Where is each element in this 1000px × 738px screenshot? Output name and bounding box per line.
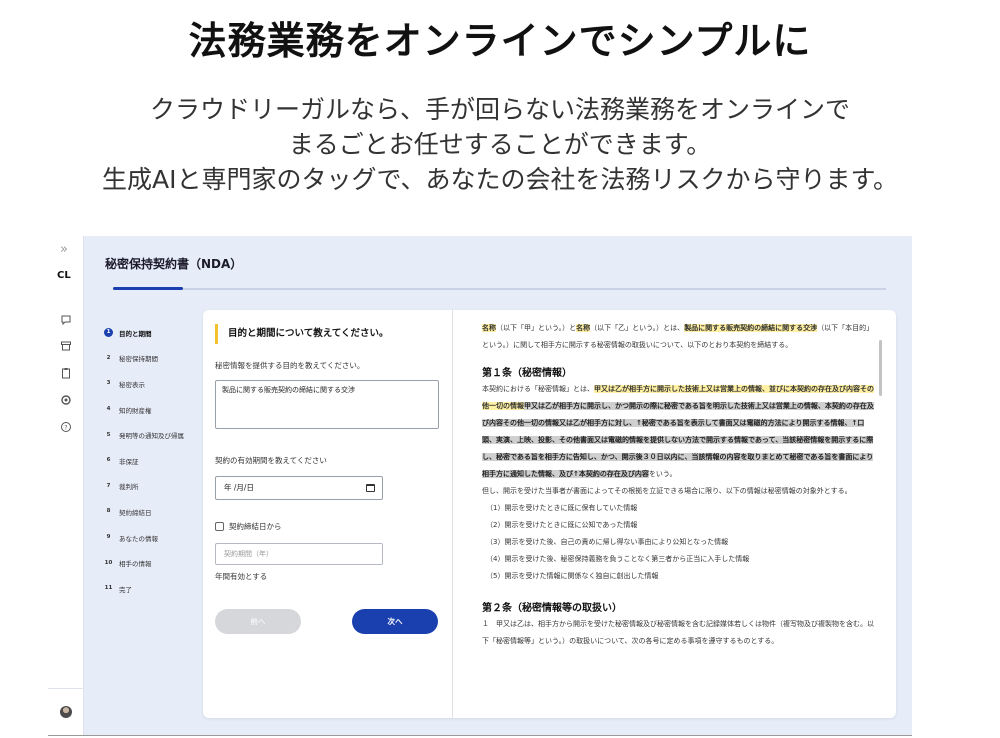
purpose-label: 秘密情報を提供する目的を教えてください。 xyxy=(215,361,365,370)
svg-text:?: ? xyxy=(64,424,67,431)
clipboard-icon[interactable] xyxy=(59,367,73,381)
app-window: » CL ? 秘密保持契約書（NDA） 1 目的と期間 2 秘密保持期間 3 秘密表示 4 知… xyxy=(48,236,912,736)
archive-icon[interactable] xyxy=(59,340,73,354)
party-b-name: 名称 xyxy=(576,324,591,332)
step-label: 非保証 xyxy=(119,457,139,466)
period-suffix: 年間有効とする xyxy=(215,572,268,581)
step-number: 8 xyxy=(106,508,111,515)
icon-rail: » CL ? xyxy=(48,236,84,735)
hero-line-1: クラウドリーガルなら、手が回らない法務業務をオンラインで xyxy=(149,95,850,124)
expand-chevron-icon[interactable]: » xyxy=(60,242,68,257)
purpose-textarea[interactable]: 製品に関する販売契約の締結に関する交渉 xyxy=(215,380,439,429)
preview-intro: 名称（以下「甲」という。）と名称（以下「乙」という。）とは、製品に関する販売契約… xyxy=(482,320,878,354)
step-item[interactable]: 1 目的と期間 xyxy=(104,320,204,346)
step-label: 目的と期間 xyxy=(119,329,152,338)
date-input[interactable]: 年 /月/日 xyxy=(215,476,383,500)
step-number: 6 xyxy=(106,457,111,464)
exception-item: （5）開示を受けた情報に関係なく独自に創出した情報 xyxy=(486,572,659,580)
step-item[interactable]: 11 完了 xyxy=(104,576,204,602)
step-label: 秘密保持期間 xyxy=(119,355,158,364)
exception-item: （4）開示を受けた後、秘密保持義務を負うことなく第三者から正当に入手した情報 xyxy=(486,555,750,563)
step-label: 裁判所 xyxy=(119,483,139,492)
definition-alternative: 甲又は乙が相手方に開示し、かつ開示の際に秘密である旨を明示した技術上又は営業上の… xyxy=(482,402,874,478)
step-label: 秘密表示 xyxy=(119,380,145,389)
step-label: 相手の情報 xyxy=(119,560,152,569)
prev-button[interactable]: 前へ xyxy=(215,609,301,634)
period-input[interactable]: 契約期間（年） xyxy=(215,543,383,565)
intro-text: （以下「甲」という。）と xyxy=(496,324,577,332)
step-number: 1 xyxy=(104,328,113,338)
hero-line-3: 生成AIと専門家のタッグで、あなたの会社を法務リスクから守ります。 xyxy=(102,165,898,194)
step-list: 1 目的と期間 2 秘密保持期間 3 秘密表示 4 知的財産権 5 発明等の通知及び帰属 6 非保証 7… xyxy=(104,320,204,602)
article-text: をいう。 xyxy=(648,470,677,478)
next-button[interactable]: 次へ xyxy=(352,609,438,634)
step-number: 10 xyxy=(104,559,113,566)
hero-line-2: まるごとお任せすることができます。 xyxy=(288,130,712,159)
step-label: 契約締結日 xyxy=(119,508,152,517)
step-label: 知的財産権 xyxy=(119,406,152,415)
help-icon[interactable]: ? xyxy=(59,421,73,435)
step-number: 9 xyxy=(106,534,111,541)
step-number: 3 xyxy=(106,380,111,387)
checkbox[interactable] xyxy=(215,522,224,531)
step-number: 11 xyxy=(104,585,113,592)
preview-scrollbar[interactable] xyxy=(879,340,882,396)
step-item[interactable]: 4 知的財産権 xyxy=(104,397,204,423)
content-card: 目的と期間について教えてください。 秘密情報を提供する目的を教えてください。 製… xyxy=(203,310,896,718)
step-item[interactable]: 3 秘密表示 xyxy=(104,371,204,397)
party-a-name: 名称 xyxy=(482,324,496,332)
step-label: あなたの情報 xyxy=(119,534,158,543)
checkbox-label: 契約締結日から xyxy=(229,522,282,531)
progress-bar xyxy=(113,287,886,290)
rail-divider xyxy=(48,688,84,689)
step-item[interactable]: 8 契約締結日 xyxy=(104,499,204,525)
contract-date-checkbox-row[interactable]: 契約締結日から xyxy=(215,521,282,532)
step-item[interactable]: 7 裁判所 xyxy=(104,474,204,500)
step-label: 完了 xyxy=(119,585,132,594)
article-1-body: 本契約における「秘密情報」とは、甲又は乙が相手方に開示した技術上又は営業上の情報… xyxy=(482,381,878,483)
calendar-icon[interactable] xyxy=(366,484,375,492)
exception-item: （2）開示を受けたときに既に公知であった情報 xyxy=(486,521,638,529)
term-label: 契約の有効期間を教えてください xyxy=(215,456,327,465)
step-item[interactable]: 9 あなたの情報 xyxy=(104,525,204,551)
exception-item: （1）開示を受けたときに既に保有していた情報 xyxy=(486,504,638,512)
intro-text: （以下「乙」という。）とは、 xyxy=(590,324,685,332)
hero-title: 法務業務をオンラインでシンプルに xyxy=(188,19,812,63)
purpose-highlight: 製品に関する販売契約の締結に関する交渉 xyxy=(684,324,818,332)
step-item[interactable]: 6 非保証 xyxy=(104,448,204,474)
step-number: 5 xyxy=(106,431,111,438)
date-value: 年 /月/日 xyxy=(224,483,254,492)
exception-item: （3）開示を受けた後、自己の責めに帰し得ない事由により公知となった情報 xyxy=(486,538,729,546)
question-heading: 目的と期間について教えてください。 xyxy=(215,324,388,344)
step-number: 7 xyxy=(106,482,111,489)
progress-bar-fill xyxy=(113,287,183,290)
step-number: 2 xyxy=(106,354,111,361)
article-2-title: 第２条（秘密情報等の取扱い） xyxy=(482,603,622,614)
article-1-exceptions: 但し、開示を受けた当事者が書面によってその根拠を立証できる場合に限り、以下の情報… xyxy=(482,487,852,495)
article-1-title: 第１条（秘密情報） xyxy=(482,368,572,379)
document-preview: 名称（以下「甲」という。）と名称（以下「乙」という。）とは、製品に関する販売契約… xyxy=(454,310,896,718)
step-item[interactable]: 10 相手の情報 xyxy=(104,550,204,576)
chat-icon[interactable] xyxy=(59,314,73,328)
page-title: 秘密保持契約書（NDA） xyxy=(105,257,243,271)
step-item[interactable]: 2 秘密保持期間 xyxy=(104,346,204,372)
article-text: 本契約における「秘密情報」とは、 xyxy=(482,385,594,393)
article-2-body: １ 甲又は乙は、相手方から開示を受けた秘密情報及び秘密情報を含む記録媒体若しくは… xyxy=(482,620,874,645)
step-item[interactable]: 5 発明等の通知及び帰属 xyxy=(104,422,204,448)
gear-icon[interactable] xyxy=(59,394,73,408)
avatar[interactable] xyxy=(60,706,72,718)
hero-description: クラウドリーガルなら、手が回らない法務業務をオンラインで まるごとお任せすること… xyxy=(0,92,1000,197)
app-logo[interactable]: CL xyxy=(57,270,71,281)
question-form: 目的と期間について教えてください。 秘密情報を提供する目的を教えてください。 製… xyxy=(203,310,453,718)
step-label: 発明等の通知及び帰属 xyxy=(119,432,184,441)
step-number: 4 xyxy=(106,406,111,413)
